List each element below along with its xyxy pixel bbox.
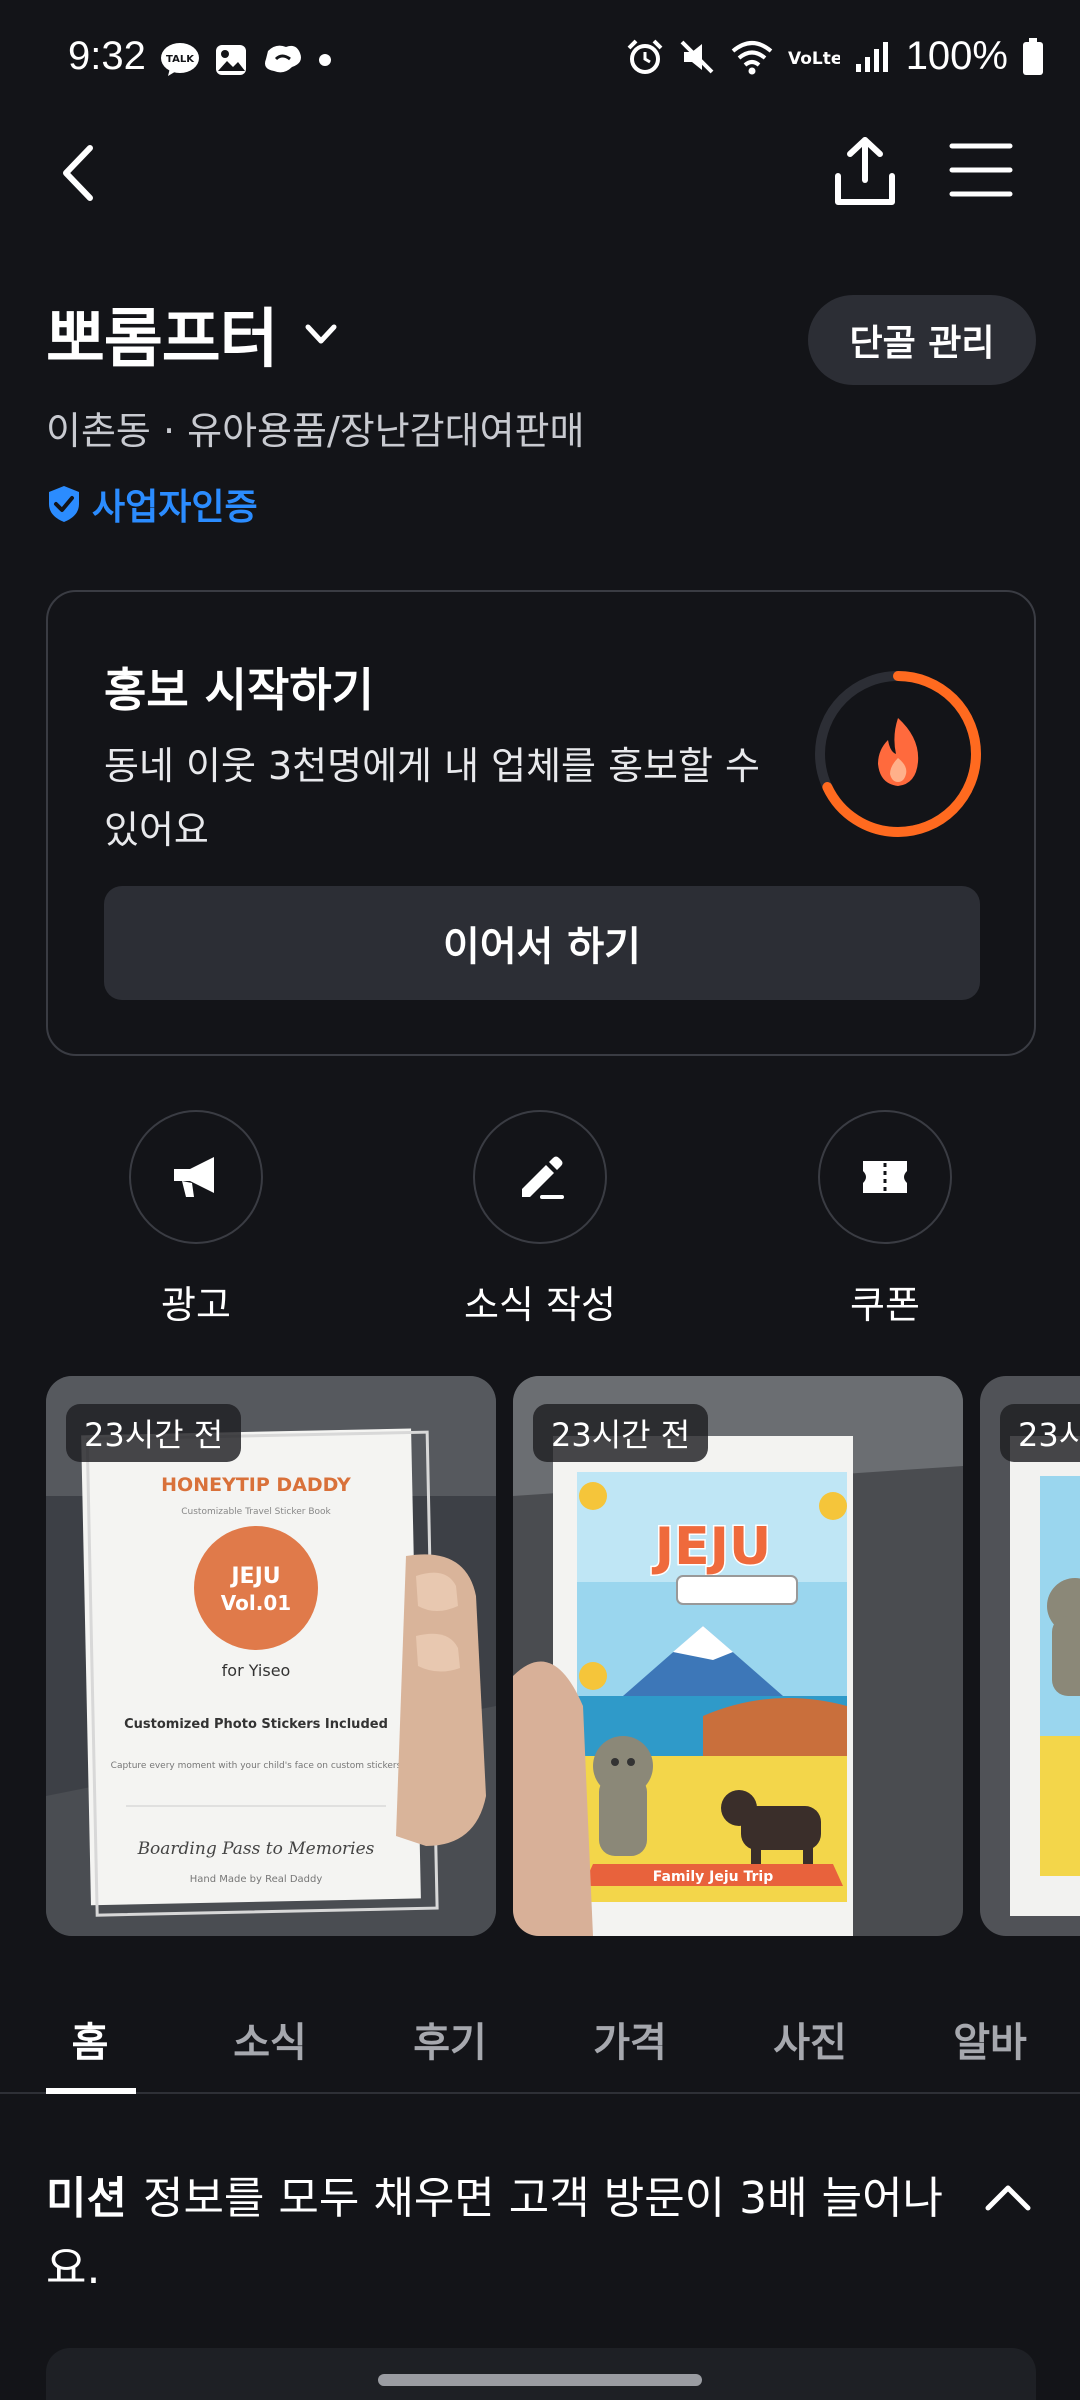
write-news-action-circle[interactable] xyxy=(473,1110,607,1244)
photo-card-partial[interactable]: 23시 xyxy=(980,1376,1080,1936)
promotion-title: 홍보 시작하기 xyxy=(104,663,374,717)
battery-icon xyxy=(1023,37,1043,75)
tab-home[interactable]: 홈 xyxy=(20,2010,160,2068)
promotion-card: 홍보 시작하기 동네 이웃 3천명에게 내 업체를 홍보할 수 있어요 이어서 … xyxy=(46,590,1036,1056)
pencil-icon xyxy=(522,1156,564,1199)
system-status-icons: VoLte 100% xyxy=(626,34,1044,79)
shield-check-icon xyxy=(49,486,79,522)
svg-text:for Yiseo: for Yiseo xyxy=(222,1661,291,1680)
tab-jobs[interactable]: 알바 xyxy=(920,2010,1060,2068)
svg-text:Capture every moment with your: Capture every moment with your child's f… xyxy=(111,1761,402,1771)
store-tab-bar: 홈 소식 후기 가격 사진 알바 xyxy=(0,1992,1080,2094)
photo-time-badge: 23시 xyxy=(1000,1404,1080,1462)
svg-text:HONEYTIP DADDY: HONEYTIP DADDY xyxy=(161,1474,351,1496)
tab-news[interactable]: 소식 xyxy=(200,2010,340,2068)
share-icon[interactable] xyxy=(830,132,900,212)
svg-text:Family Jeju Trip: Family Jeju Trip xyxy=(653,1869,773,1885)
chevron-down-icon xyxy=(305,324,337,344)
tab-reviews[interactable]: 후기 xyxy=(380,2010,520,2068)
volte-icon: VoLte xyxy=(788,49,840,69)
tab-prices[interactable]: 가격 xyxy=(560,2010,700,2068)
status-bar: 9:32 TALK VoLte 100% xyxy=(0,0,1080,120)
svg-text:VoLte: VoLte xyxy=(788,49,840,69)
chat-bubble-icon xyxy=(265,45,301,73)
signal-icon xyxy=(855,41,888,72)
alarm-icon xyxy=(627,39,663,74)
mission-label: 미션 xyxy=(46,2173,127,2224)
svg-text:Customizable Travel Sticker Bo: Customizable Travel Sticker Book xyxy=(181,1507,331,1517)
megaphone-icon xyxy=(174,1157,214,1197)
svg-text:Boarding Pass to Memories: Boarding Pass to Memories xyxy=(137,1839,375,1859)
tab-photos[interactable]: 사진 xyxy=(740,2010,880,2068)
photo-time-badge: 23시간 전 xyxy=(533,1404,709,1462)
mission-text: 정보를 모두 채우면 고객 방문이 3배 늘어나요. xyxy=(46,2173,944,2294)
store-name-dropdown[interactable]: 뽀롬프터 xyxy=(46,288,342,380)
top-navigation xyxy=(0,120,1080,230)
svg-text:TALK: TALK xyxy=(166,54,195,65)
svg-text:JEJU: JEJU xyxy=(652,1517,771,1577)
photo-card-jeju[interactable]: JEJU Family Jeju Trip 23시간 전 xyxy=(513,1376,963,1936)
talk-icon: TALK xyxy=(161,43,199,76)
coupon-action[interactable]: 쿠폰 xyxy=(765,1110,1005,1329)
svg-text:Customized Photo Stickers Incl: Customized Photo Stickers Included xyxy=(124,1717,388,1732)
store-profile-screen: 9:32 TALK VoLte 100% 뽀롬프터 단골 관리 이촌동 · 유아… xyxy=(0,0,1080,2400)
promotion-progress-ring xyxy=(815,671,981,837)
recent-photos-carousel[interactable]: HONEYTIP DADDY Customizable Travel Stick… xyxy=(46,1376,1080,1936)
coupon-action-label: 쿠폰 xyxy=(850,1283,920,1327)
menu-icon[interactable] xyxy=(946,134,1016,204)
svg-text:Vol.01: Vol.01 xyxy=(221,1591,291,1615)
svg-text:Hand Made by Real Daddy: Hand Made by Real Daddy xyxy=(190,1874,323,1885)
write-news-action[interactable]: 소식 작성 xyxy=(420,1110,660,1329)
dot-icon xyxy=(319,54,331,66)
store-location-category: 이촌동 · 유아용품/장난감대여판매 xyxy=(46,409,585,453)
svg-text:JEJU: JEJU xyxy=(229,1564,280,1589)
fire-icon xyxy=(878,718,919,786)
regular-customer-button[interactable]: 단골 관리 xyxy=(808,295,1036,385)
coupon-action-circle[interactable] xyxy=(818,1110,952,1244)
mission-banner[interactable]: 미션 정보를 모두 채우면 고객 방문이 3배 늘어나요. xyxy=(46,2164,946,2304)
ticket-icon xyxy=(863,1161,907,1193)
photo-time-badge: 23시간 전 xyxy=(66,1404,242,1462)
battery-percent: 100% xyxy=(905,34,1008,78)
back-icon[interactable] xyxy=(50,138,120,208)
wifi-icon xyxy=(731,40,772,74)
promotion-description: 동네 이웃 3천명에게 내 업체를 홍보할 수 있어요 xyxy=(104,744,761,852)
notification-icons: TALK xyxy=(160,42,332,78)
store-name: 뽀롬프터 xyxy=(46,303,279,377)
business-verified-badge[interactable]: 사업자인증 xyxy=(46,478,258,530)
home-indicator[interactable] xyxy=(378,2374,702,2386)
chevron-up-icon[interactable] xyxy=(980,2170,1036,2226)
ad-action[interactable]: 광고 xyxy=(76,1110,316,1329)
ad-action-label: 광고 xyxy=(161,1283,231,1327)
ad-action-circle[interactable] xyxy=(129,1110,263,1244)
active-tab-indicator xyxy=(46,2088,136,2094)
photo-card-honeytip[interactable]: HONEYTIP DADDY Customizable Travel Stick… xyxy=(46,1376,496,1936)
status-time: 9:32 xyxy=(68,34,146,78)
gallery-icon xyxy=(216,45,246,75)
continue-button[interactable]: 이어서 하기 xyxy=(104,886,980,1000)
write-news-action-label: 소식 작성 xyxy=(464,1283,616,1327)
mute-icon xyxy=(680,40,714,73)
verified-label: 사업자인증 xyxy=(92,487,258,528)
